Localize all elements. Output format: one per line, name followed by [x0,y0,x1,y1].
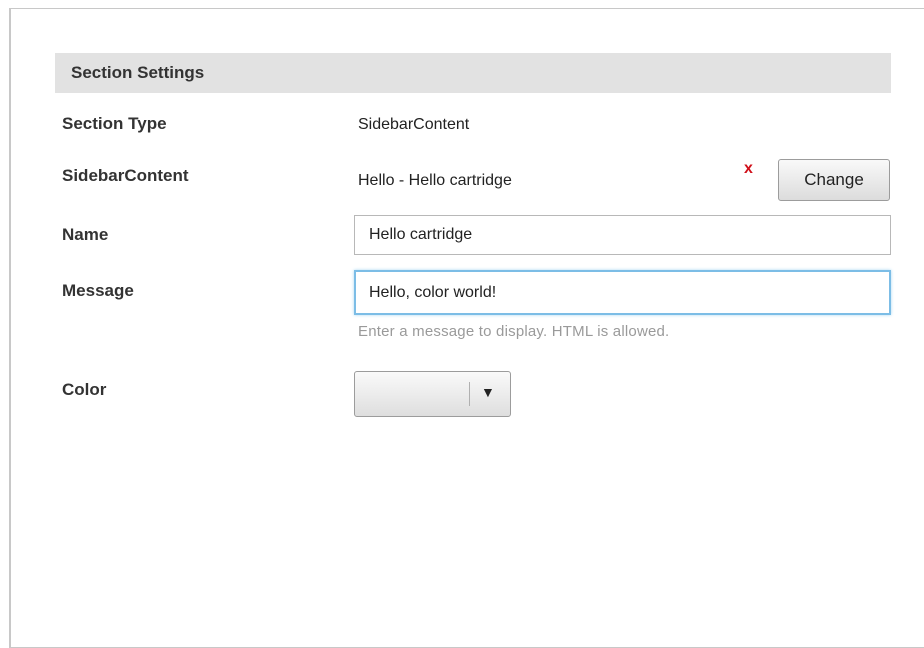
dropdown-divider [469,382,470,406]
change-button-label: Change [804,170,864,189]
section-settings-header: Section Settings [55,53,891,93]
sidebar-content-label: SidebarContent [62,166,189,185]
color-dropdown[interactable]: ▼ [354,371,511,417]
sidebar-content-value: Hello - Hello cartridge [358,172,512,189]
message-hint: Enter a message to display. HTML is allo… [358,323,670,340]
change-button[interactable]: Change [778,159,890,201]
name-input[interactable] [354,215,891,255]
color-swatch [355,372,469,416]
section-type-label: Section Type [62,114,167,133]
name-label: Name [62,225,109,244]
color-label: Color [62,380,107,399]
remove-sidebar-content-icon[interactable]: x [744,160,753,178]
message-input[interactable] [354,270,891,315]
section-type-value: SidebarContent [358,116,470,133]
chevron-down-icon: ▼ [481,384,495,400]
message-label: Message [62,281,134,300]
section-settings-title: Section Settings [71,63,205,82]
